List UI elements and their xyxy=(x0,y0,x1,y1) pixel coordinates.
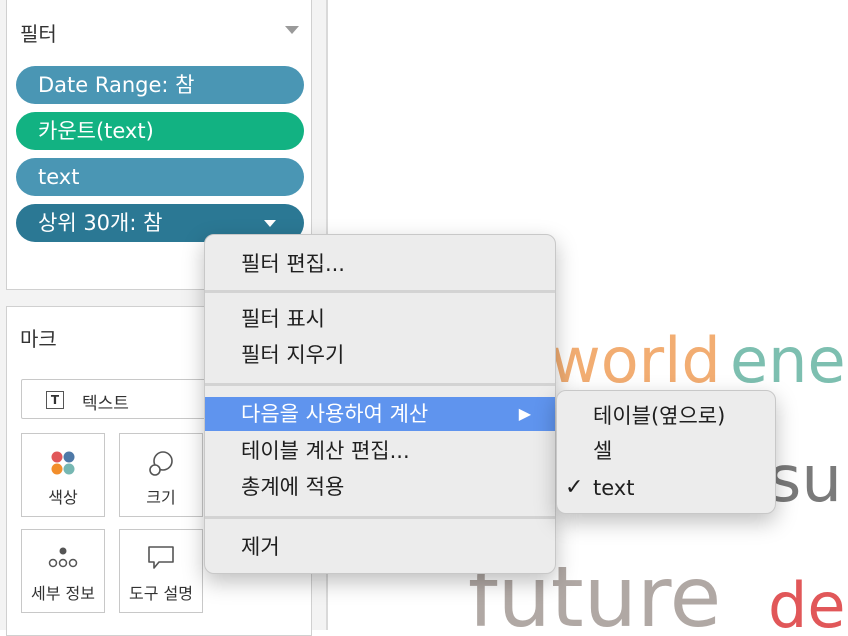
menu-separator xyxy=(205,383,555,386)
filter-pill-text[interactable]: text xyxy=(16,158,304,196)
marks-title: 마크 xyxy=(20,327,57,351)
submenu-item-label: text xyxy=(593,476,635,500)
filter-pill-label: 상위 30개: 참 xyxy=(38,211,163,235)
chevron-down-icon[interactable] xyxy=(285,26,299,34)
size-circles-icon xyxy=(149,451,173,476)
word-mark[interactable]: de xyxy=(768,575,846,631)
submenu-item-table-across[interactable]: 테이블(옆으로) xyxy=(557,399,775,433)
menu-item-apply-to-totals[interactable]: 총계에 적용 xyxy=(205,470,555,504)
menu-item-edit-filter[interactable]: 필터 편집... xyxy=(205,247,555,281)
menu-item-compute-using[interactable]: 다음을 사용하여 계산 ▶ xyxy=(205,397,555,431)
color-button[interactable]: 색상 xyxy=(21,433,105,517)
menu-separator xyxy=(205,290,555,293)
context-menu: 필터 편집... 필터 표시 필터 지우기 다음을 사용하여 계산 ▶ 테이블 … xyxy=(204,234,556,574)
menu-item-label: 다음을 사용하여 계산 xyxy=(241,402,429,426)
menu-item-show-filter[interactable]: 필터 표시 xyxy=(205,302,555,336)
filter-pill-date-range[interactable]: Date Range: 참 xyxy=(16,66,304,104)
menu-item-edit-table-calc[interactable]: 테이블 계산 편집... xyxy=(205,434,555,468)
word-mark[interactable]: world xyxy=(550,330,721,392)
filters-title: 필터 xyxy=(20,22,57,46)
submenu-arrow-icon: ▶ xyxy=(518,404,531,423)
submenu-item-cell[interactable]: 셀 xyxy=(557,434,775,468)
menu-item-remove[interactable]: 제거 xyxy=(205,530,555,564)
compute-using-submenu: 테이블(옆으로) 셀 ✓ text xyxy=(556,390,776,514)
text-mark-icon: T xyxy=(46,391,64,409)
tooltip-button[interactable]: 도구 설명 xyxy=(119,529,203,613)
color-label: 색상 xyxy=(48,488,78,507)
tooltip-label: 도구 설명 xyxy=(129,584,193,603)
submenu-item-text[interactable]: ✓ text xyxy=(557,471,775,505)
mark-type-label: 텍스트 xyxy=(82,394,129,414)
filter-pill-count-text[interactable]: 카운트(text) xyxy=(16,112,304,150)
menu-separator xyxy=(205,516,555,519)
chevron-down-icon[interactable] xyxy=(264,220,276,227)
word-mark[interactable]: ene xyxy=(730,330,846,392)
size-label: 크기 xyxy=(146,488,176,507)
size-button[interactable]: 크기 xyxy=(119,433,203,517)
detail-label: 세부 정보 xyxy=(31,584,95,603)
word-mark[interactable]: su xyxy=(768,448,842,512)
color-dots-icon xyxy=(51,451,75,475)
detail-dots-icon xyxy=(48,547,78,568)
checkmark-icon: ✓ xyxy=(565,475,584,500)
menu-item-clear-filter[interactable]: 필터 지우기 xyxy=(205,338,555,372)
tooltip-bubble-icon xyxy=(148,546,174,569)
detail-button[interactable]: 세부 정보 xyxy=(21,529,105,613)
